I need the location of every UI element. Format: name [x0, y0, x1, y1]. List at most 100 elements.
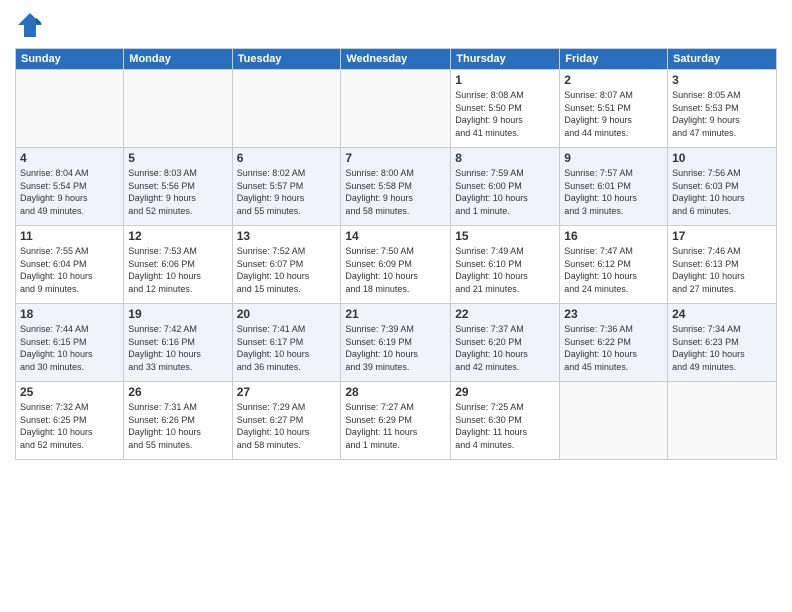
- day-info: Sunrise: 7:50 AM Sunset: 6:09 PM Dayligh…: [345, 245, 446, 295]
- calendar-day-cell: [560, 382, 668, 460]
- calendar-day-cell: 25 Sunrise: 7:32 AM Sunset: 6:25 PM Dayli…: [16, 382, 124, 460]
- day-info: Sunrise: 7:59 AM Sunset: 6:00 PM Dayligh…: [455, 167, 555, 217]
- calendar-day-cell: 22 Sunrise: 7:37 AM Sunset: 6:20 PM Dayli…: [451, 304, 560, 382]
- calendar-week-row: 11 Sunrise: 7:55 AM Sunset: 6:04 PM Dayli…: [16, 226, 777, 304]
- day-number: 4: [20, 151, 119, 165]
- calendar-table: SundayMondayTuesdayWednesdayThursdayFrid…: [15, 48, 777, 460]
- calendar-week-row: 25 Sunrise: 7:32 AM Sunset: 6:25 PM Dayli…: [16, 382, 777, 460]
- day-info: Sunrise: 7:52 AM Sunset: 6:07 PM Dayligh…: [237, 245, 337, 295]
- calendar-day-cell: 15 Sunrise: 7:49 AM Sunset: 6:10 PM Dayli…: [451, 226, 560, 304]
- weekday-header: Saturday: [668, 49, 777, 70]
- day-info: Sunrise: 7:25 AM Sunset: 6:30 PM Dayligh…: [455, 401, 555, 451]
- day-info: Sunrise: 8:04 AM Sunset: 5:54 PM Dayligh…: [20, 167, 119, 217]
- day-number: 26: [128, 385, 227, 399]
- calendar-day-cell: 16 Sunrise: 7:47 AM Sunset: 6:12 PM Dayli…: [560, 226, 668, 304]
- calendar-day-cell: 1 Sunrise: 8:08 AM Sunset: 5:50 PM Daylig…: [451, 70, 560, 148]
- day-info: Sunrise: 7:39 AM Sunset: 6:19 PM Dayligh…: [345, 323, 446, 373]
- calendar-week-row: 1 Sunrise: 8:08 AM Sunset: 5:50 PM Daylig…: [16, 70, 777, 148]
- day-number: 15: [455, 229, 555, 243]
- weekday-header: Tuesday: [232, 49, 341, 70]
- calendar-week-row: 4 Sunrise: 8:04 AM Sunset: 5:54 PM Daylig…: [16, 148, 777, 226]
- calendar-day-cell: 20Sunrise: 7:41 AM Sunset: 6:17 PM Dayli…: [232, 304, 341, 382]
- calendar-day-cell: 2 Sunrise: 8:07 AM Sunset: 5:51 PM Daylig…: [560, 70, 668, 148]
- day-info: Sunrise: 7:49 AM Sunset: 6:10 PM Dayligh…: [455, 245, 555, 295]
- day-number: 13: [237, 229, 337, 243]
- calendar-day-cell: 8Sunrise: 7:59 AM Sunset: 6:00 PM Daylig…: [451, 148, 560, 226]
- day-number: 16: [564, 229, 663, 243]
- day-number: 9: [564, 151, 663, 165]
- day-number: 14: [345, 229, 446, 243]
- day-number: 17: [672, 229, 772, 243]
- calendar-day-cell: [16, 70, 124, 148]
- calendar-day-cell: 27 Sunrise: 7:29 AM Sunset: 6:27 PM Dayli…: [232, 382, 341, 460]
- day-number: 22: [455, 307, 555, 321]
- day-number: 3: [672, 73, 772, 87]
- calendar-day-cell: 23 Sunrise: 7:36 AM Sunset: 6:22 PM Dayli…: [560, 304, 668, 382]
- day-info: Sunrise: 7:41 AM Sunset: 6:17 PM Dayligh…: [237, 323, 337, 373]
- day-number: 12: [128, 229, 227, 243]
- day-number: 28: [345, 385, 446, 399]
- calendar-day-cell: 13 Sunrise: 7:52 AM Sunset: 6:07 PM Dayli…: [232, 226, 341, 304]
- day-info: Sunrise: 8:08 AM Sunset: 5:50 PM Dayligh…: [455, 89, 555, 139]
- calendar-day-cell: 17 Sunrise: 7:46 AM Sunset: 6:13 PM Dayli…: [668, 226, 777, 304]
- day-number: 18: [20, 307, 119, 321]
- calendar-day-cell: 12 Sunrise: 7:53 AM Sunset: 6:06 PM Dayli…: [124, 226, 232, 304]
- day-number: 5: [128, 151, 227, 165]
- day-info: Sunrise: 7:56 AM Sunset: 6:03 PM Dayligh…: [672, 167, 772, 217]
- calendar-day-cell: 11 Sunrise: 7:55 AM Sunset: 6:04 PM Dayli…: [16, 226, 124, 304]
- day-number: 11: [20, 229, 119, 243]
- weekday-header: Monday: [124, 49, 232, 70]
- day-number: 25: [20, 385, 119, 399]
- calendar-day-cell: 29 Sunrise: 7:25 AM Sunset: 6:30 PM Dayli…: [451, 382, 560, 460]
- calendar-day-cell: 9 Sunrise: 7:57 AM Sunset: 6:01 PM Daylig…: [560, 148, 668, 226]
- page: SundayMondayTuesdayWednesdayThursdayFrid…: [0, 0, 792, 612]
- calendar-header-row: SundayMondayTuesdayWednesdayThursdayFrid…: [16, 49, 777, 70]
- calendar-day-cell: 28 Sunrise: 7:27 AM Sunset: 6:29 PM Dayli…: [341, 382, 451, 460]
- day-info: Sunrise: 7:47 AM Sunset: 6:12 PM Dayligh…: [564, 245, 663, 295]
- day-info: Sunrise: 8:00 AM Sunset: 5:58 PM Dayligh…: [345, 167, 446, 217]
- day-number: 7: [345, 151, 446, 165]
- day-number: 2: [564, 73, 663, 87]
- calendar-day-cell: 19Sunrise: 7:42 AM Sunset: 6:16 PM Dayli…: [124, 304, 232, 382]
- day-number: 1: [455, 73, 555, 87]
- day-info: Sunrise: 7:57 AM Sunset: 6:01 PM Dayligh…: [564, 167, 663, 217]
- weekday-header: Wednesday: [341, 49, 451, 70]
- day-number: 29: [455, 385, 555, 399]
- day-info: Sunrise: 8:03 AM Sunset: 5:56 PM Dayligh…: [128, 167, 227, 217]
- calendar-day-cell: [124, 70, 232, 148]
- day-info: Sunrise: 7:55 AM Sunset: 6:04 PM Dayligh…: [20, 245, 119, 295]
- weekday-header: Sunday: [16, 49, 124, 70]
- day-info: Sunrise: 8:07 AM Sunset: 5:51 PM Dayligh…: [564, 89, 663, 139]
- weekday-header: Thursday: [451, 49, 560, 70]
- day-number: 24: [672, 307, 772, 321]
- calendar-day-cell: [668, 382, 777, 460]
- day-info: Sunrise: 7:36 AM Sunset: 6:22 PM Dayligh…: [564, 323, 663, 373]
- day-number: 27: [237, 385, 337, 399]
- day-info: Sunrise: 7:42 AM Sunset: 6:16 PM Dayligh…: [128, 323, 227, 373]
- calendar-day-cell: 14 Sunrise: 7:50 AM Sunset: 6:09 PM Dayli…: [341, 226, 451, 304]
- day-info: Sunrise: 7:37 AM Sunset: 6:20 PM Dayligh…: [455, 323, 555, 373]
- day-info: Sunrise: 7:32 AM Sunset: 6:25 PM Dayligh…: [20, 401, 119, 451]
- calendar-day-cell: 10Sunrise: 7:56 AM Sunset: 6:03 PM Dayli…: [668, 148, 777, 226]
- day-info: Sunrise: 7:53 AM Sunset: 6:06 PM Dayligh…: [128, 245, 227, 295]
- logo: [15, 10, 49, 40]
- calendar-day-cell: 6Sunrise: 8:02 AM Sunset: 5:57 PM Daylig…: [232, 148, 341, 226]
- calendar-day-cell: 5 Sunrise: 8:03 AM Sunset: 5:56 PM Daylig…: [124, 148, 232, 226]
- day-info: Sunrise: 7:44 AM Sunset: 6:15 PM Dayligh…: [20, 323, 119, 373]
- day-info: Sunrise: 8:05 AM Sunset: 5:53 PM Dayligh…: [672, 89, 772, 139]
- calendar-day-cell: 18 Sunrise: 7:44 AM Sunset: 6:15 PM Dayli…: [16, 304, 124, 382]
- weekday-header: Friday: [560, 49, 668, 70]
- calendar-day-cell: 4 Sunrise: 8:04 AM Sunset: 5:54 PM Daylig…: [16, 148, 124, 226]
- day-info: Sunrise: 7:31 AM Sunset: 6:26 PM Dayligh…: [128, 401, 227, 451]
- day-number: 21: [345, 307, 446, 321]
- day-number: 6: [237, 151, 337, 165]
- day-number: 23: [564, 307, 663, 321]
- logo-icon: [15, 10, 45, 40]
- day-info: Sunrise: 7:27 AM Sunset: 6:29 PM Dayligh…: [345, 401, 446, 451]
- day-info: Sunrise: 7:46 AM Sunset: 6:13 PM Dayligh…: [672, 245, 772, 295]
- day-info: Sunrise: 7:29 AM Sunset: 6:27 PM Dayligh…: [237, 401, 337, 451]
- day-info: Sunrise: 7:34 AM Sunset: 6:23 PM Dayligh…: [672, 323, 772, 373]
- calendar-week-row: 18 Sunrise: 7:44 AM Sunset: 6:15 PM Dayli…: [16, 304, 777, 382]
- calendar-day-cell: 7 Sunrise: 8:00 AM Sunset: 5:58 PM Daylig…: [341, 148, 451, 226]
- calendar-day-cell: 24 Sunrise: 7:34 AM Sunset: 6:23 PM Dayli…: [668, 304, 777, 382]
